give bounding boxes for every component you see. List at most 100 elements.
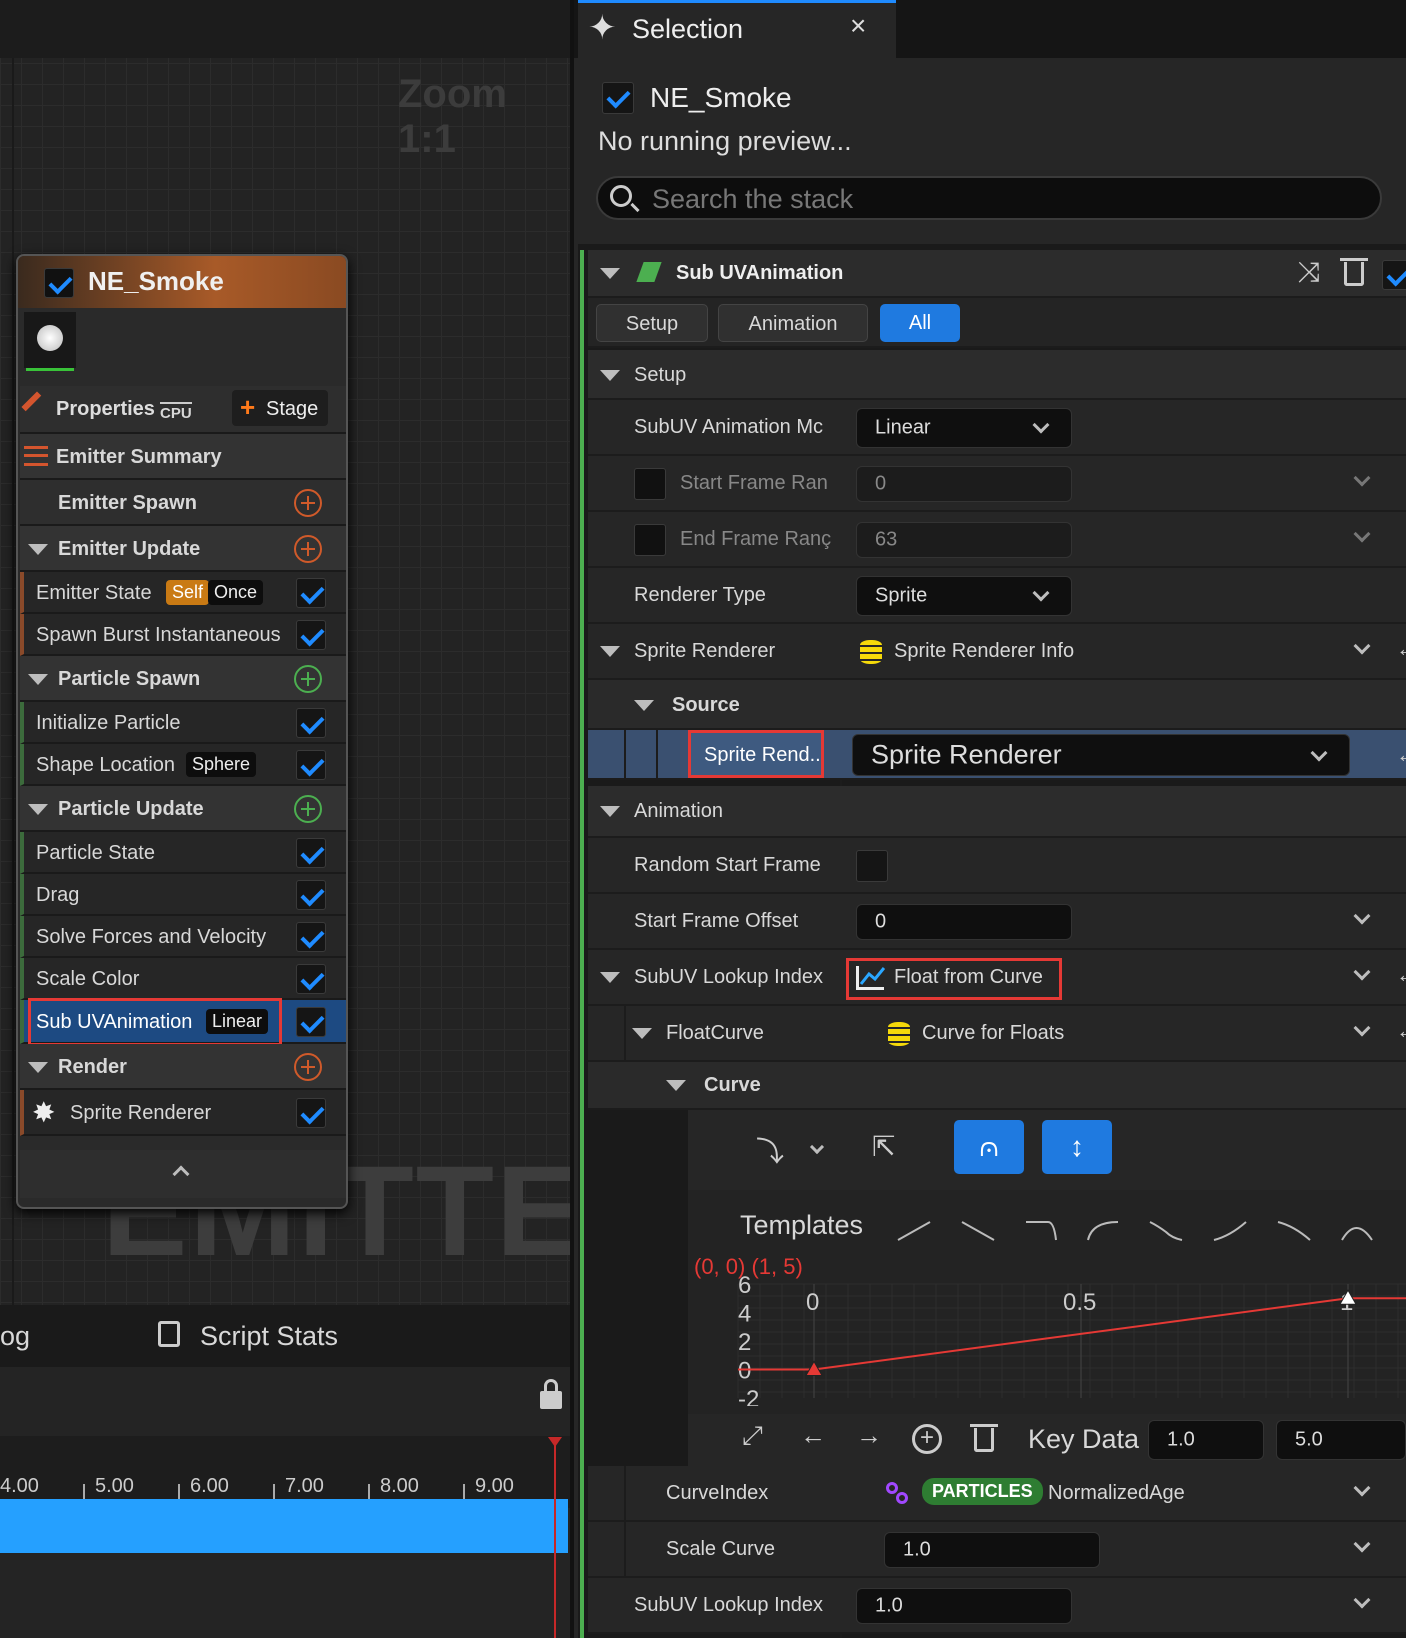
emitter-state-row[interactable]: Emitter State Self Once: [20, 572, 346, 614]
sprite-rend-dropdown[interactable]: Sprite Renderer: [852, 734, 1350, 776]
chevron-down-icon[interactable]: [1353, 1591, 1371, 1609]
sprite-renderer-row[interactable]: ✸ Sprite Renderer: [20, 1090, 346, 1136]
collapse-arrow-icon[interactable]: [28, 804, 48, 815]
scale-color-checkbox[interactable]: [296, 964, 326, 994]
collapse-arrow-icon[interactable]: [600, 646, 620, 657]
collapse-arrow-icon[interactable]: [28, 544, 48, 555]
curve-templates[interactable]: [896, 1210, 1396, 1246]
sub-uv-animation-checkbox[interactable]: [296, 1007, 326, 1037]
initialize-particle-row[interactable]: Initialize Particle: [20, 702, 346, 744]
collapse-arrow-icon[interactable]: [28, 674, 48, 685]
end-frame-range-input[interactable]: 63: [856, 522, 1072, 558]
collapse-arrow-icon[interactable]: [600, 268, 620, 279]
tab-all[interactable]: All: [880, 304, 960, 342]
timeline-track-bar[interactable]: [0, 1499, 568, 1553]
playhead[interactable]: [554, 1445, 556, 1638]
add-emitter-spawn-icon[interactable]: [294, 489, 322, 517]
shuffle-icon[interactable]: ⤨: [1298, 256, 1320, 289]
particle-update-row[interactable]: Particle Update: [20, 786, 346, 832]
fit-view-icon[interactable]: ⤢: [742, 1420, 763, 1452]
start-frame-range-input[interactable]: 0: [856, 466, 1072, 502]
stack-search-input[interactable]: Search the stack: [596, 176, 1382, 220]
close-icon[interactable]: ×: [850, 10, 866, 42]
random-start-frame-checkbox[interactable]: [856, 850, 888, 882]
log-tab[interactable]: og: [0, 1321, 30, 1352]
collapse-arrow-icon[interactable]: [600, 972, 620, 983]
curve-editor[interactable]: ⤵ ⇱ ⩀ ↕ Templates (0, 0) (1, 5) 00.51642…: [688, 1110, 1406, 1466]
add-emitter-update-icon[interactable]: [294, 535, 322, 563]
scale-curve-input[interactable]: 1.0: [884, 1532, 1100, 1568]
scale-color-row[interactable]: Scale Color: [20, 958, 346, 1000]
collapse-arrow-icon[interactable]: [666, 1080, 686, 1091]
next-key-icon[interactable]: →: [856, 1420, 882, 1451]
curve-row[interactable]: Curve: [588, 1062, 1406, 1110]
reset-arrow-icon[interactable]: ←: [1396, 962, 1406, 988]
particle-state-checkbox[interactable]: [296, 838, 326, 868]
add-particle-spawn-icon[interactable]: [294, 665, 322, 693]
collapse-arrow-icon[interactable]: [600, 370, 620, 381]
open-external-icon[interactable]: ⇱: [872, 1130, 895, 1163]
reset-arrow-icon[interactable]: ←: [1396, 636, 1406, 662]
add-render-icon[interactable]: [294, 1053, 322, 1081]
chevron-down-icon[interactable]: [1353, 637, 1371, 655]
emitter-state-checkbox[interactable]: [296, 578, 326, 608]
drag-checkbox[interactable]: [296, 880, 326, 910]
module-header[interactable]: Sub UVAnimation ⤨: [588, 250, 1406, 298]
curve-graph[interactable]: 00.516420-2: [688, 1276, 1406, 1406]
module-enable-checkbox[interactable]: [1382, 260, 1406, 290]
add-particle-update-icon[interactable]: [294, 795, 322, 823]
particle-spawn-row[interactable]: Particle Spawn: [20, 656, 346, 702]
spawn-burst-row[interactable]: Spawn Burst Instantaneous: [20, 614, 346, 656]
collapse-arrow-icon[interactable]: [632, 1028, 652, 1039]
chevron-down-icon[interactable]: [1353, 1479, 1371, 1497]
animation-category[interactable]: Animation: [588, 786, 1406, 838]
add-stage-button[interactable]: + Stage: [232, 390, 328, 426]
start-frame-range-toggle[interactable]: [634, 468, 666, 500]
sprite-renderer-checkbox[interactable]: [296, 1098, 326, 1128]
key-value-input[interactable]: 5.0: [1276, 1420, 1406, 1460]
snap-time-button[interactable]: ⩀: [954, 1120, 1024, 1174]
chevron-down-icon[interactable]: [1353, 469, 1371, 487]
chevron-down-icon[interactable]: [1353, 963, 1371, 981]
sub-uv-animation-row[interactable]: Sub UVAnimation Linear: [20, 998, 346, 1046]
emitter-update-row[interactable]: Emitter Update: [20, 526, 346, 572]
lookup-index2-input[interactable]: 1.0: [856, 1588, 1072, 1624]
previous-key-icon[interactable]: ←: [800, 1420, 826, 1451]
emitter-enable-checkbox[interactable]: [602, 82, 634, 114]
drag-row[interactable]: Drag: [20, 874, 346, 916]
source-row[interactable]: Source: [588, 680, 1406, 730]
initialize-particle-checkbox[interactable]: [296, 708, 326, 738]
solve-forces-row[interactable]: Solve Forces and Velocity: [20, 916, 346, 958]
shape-location-checkbox[interactable]: [296, 750, 326, 780]
add-key-icon[interactable]: +: [912, 1424, 942, 1454]
emitter-summary-row[interactable]: Emitter Summary: [20, 434, 346, 480]
chevron-down-icon[interactable]: [1353, 907, 1371, 925]
solve-forces-checkbox[interactable]: [296, 922, 326, 952]
end-frame-range-toggle[interactable]: [634, 524, 666, 556]
renderer-type-dropdown[interactable]: Sprite: [856, 576, 1072, 616]
chevron-down-icon[interactable]: [1353, 1019, 1371, 1037]
tab-animation[interactable]: Animation: [718, 304, 868, 342]
emitter-spawn-row[interactable]: Emitter Spawn: [20, 480, 346, 526]
chevron-down-icon[interactable]: [1353, 525, 1371, 543]
delete-key-icon[interactable]: [974, 1428, 994, 1452]
properties-row[interactable]: Properties CPU + Stage: [20, 386, 346, 434]
node-collapse-button[interactable]: [20, 1150, 346, 1198]
particle-state-row[interactable]: Particle State: [20, 832, 346, 874]
render-row[interactable]: Render: [20, 1044, 346, 1090]
collapse-arrow-icon[interactable]: [600, 806, 620, 817]
tab-setup[interactable]: Setup: [596, 304, 708, 342]
subuv-mode-dropdown[interactable]: Linear: [856, 408, 1072, 448]
shape-location-row[interactable]: Shape Location Sphere: [20, 744, 346, 786]
trash-icon[interactable]: [1344, 262, 1364, 286]
key-tangent-icon[interactable]: ⤵: [756, 1130, 784, 1170]
start-frame-offset-input[interactable]: 0: [856, 904, 1072, 940]
timeline-panel[interactable]: 4.00 5.00 6.00 7.00 8.00 9.00: [0, 1367, 570, 1638]
node-enable-checkbox[interactable]: [44, 268, 74, 298]
script-stats-tab[interactable]: Script Stats: [200, 1321, 338, 1352]
collapse-arrow-icon[interactable]: [28, 1062, 48, 1073]
collapse-arrow-icon[interactable]: [634, 700, 654, 711]
chevron-down-icon[interactable]: [1353, 1535, 1371, 1553]
spawn-burst-checkbox[interactable]: [296, 620, 326, 650]
reset-arrow-icon[interactable]: ←: [1396, 1018, 1406, 1044]
